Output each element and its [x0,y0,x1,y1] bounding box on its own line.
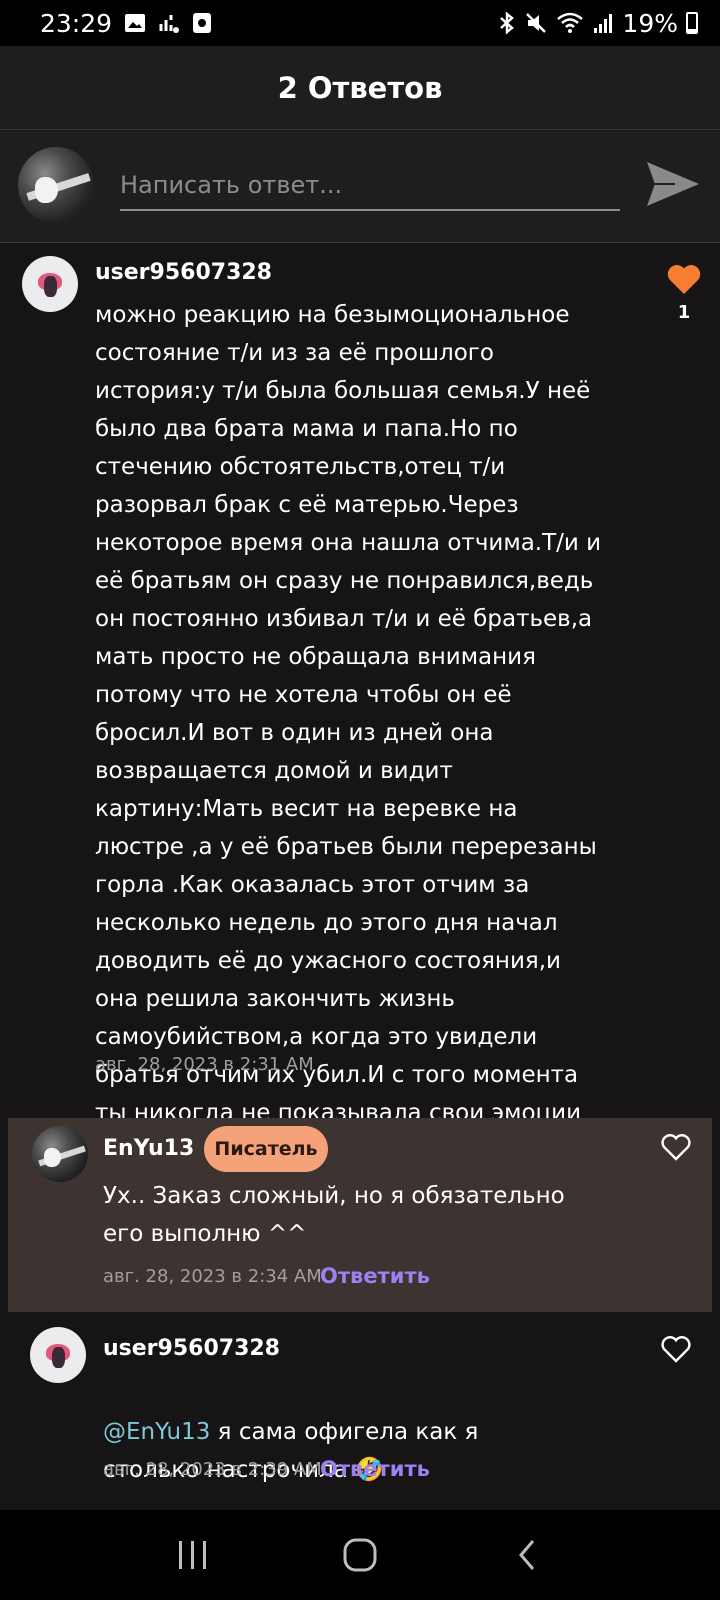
comment-timestamp: авг. 28, 2023 в 2:31 AM [95,1054,314,1075]
heart-filled-icon[interactable] [666,262,702,296]
comment-timestamp: авг. 28, 2023 в 2:39 AM [103,1459,322,1480]
recent-apps-icon [179,1541,207,1569]
mute-icon [526,13,547,33]
reply-button[interactable]: Ответить [320,1457,430,1481]
header: 2 Ответов [0,46,720,130]
wifi-icon [557,12,584,33]
screen-record-icon [193,13,212,33]
status-left: 23:29 [40,9,212,38]
status-right: 19% [498,9,698,38]
bluetooth-icon [500,11,515,35]
writer-badge: Писатель [204,1126,328,1172]
mention-link[interactable]: @EnYu13 [103,1419,210,1445]
current-user-avatar [18,147,94,223]
cell-signal-icon [594,14,613,33]
signal-activity-icon [159,15,180,33]
reply-button[interactable]: Ответить [320,1264,430,1288]
system-nav-bar [0,1510,720,1600]
image-icon [125,14,146,32]
status-time: 23:29 [40,8,113,38]
home-button[interactable] [330,1525,390,1585]
send-icon[interactable] [645,158,701,210]
comment-timestamp: авг. 28, 2023 в 2:34 AM [103,1266,322,1287]
like-count: 1 [677,302,691,323]
user-avatar[interactable] [22,256,78,312]
comment-main: user95607328 можно реакцию на безымоцион… [0,244,720,1126]
back-icon [518,1540,534,1570]
battery-percent: 19% [622,8,678,38]
home-icon [343,1538,377,1572]
user-avatar[interactable] [30,1327,86,1383]
reply-row [0,131,720,243]
page-title: 2 Ответов [277,70,443,105]
comment-username[interactable]: EnYu13 [103,1136,194,1161]
back-button[interactable] [497,1525,557,1585]
heart-outline-icon[interactable] [660,1334,692,1364]
comment-username[interactable]: user95607328 [95,260,272,285]
app-root: 23:29 19% 2 Ответов Написать ответ... us… [0,0,720,1600]
comment-username[interactable]: user95607328 [103,1336,280,1361]
reply-input[interactable] [120,161,620,211]
recent-apps-button[interactable] [163,1525,223,1585]
comment-text: Ух.. Заказ сложный, но я обязательно его… [103,1183,565,1247]
heart-outline-icon[interactable] [660,1132,692,1162]
battery-icon [686,12,698,34]
status-bar: 23:29 19% [0,0,720,46]
author-avatar[interactable] [32,1126,88,1182]
comment-text: можно реакцию на безымоциональное состоя… [95,302,602,1126]
